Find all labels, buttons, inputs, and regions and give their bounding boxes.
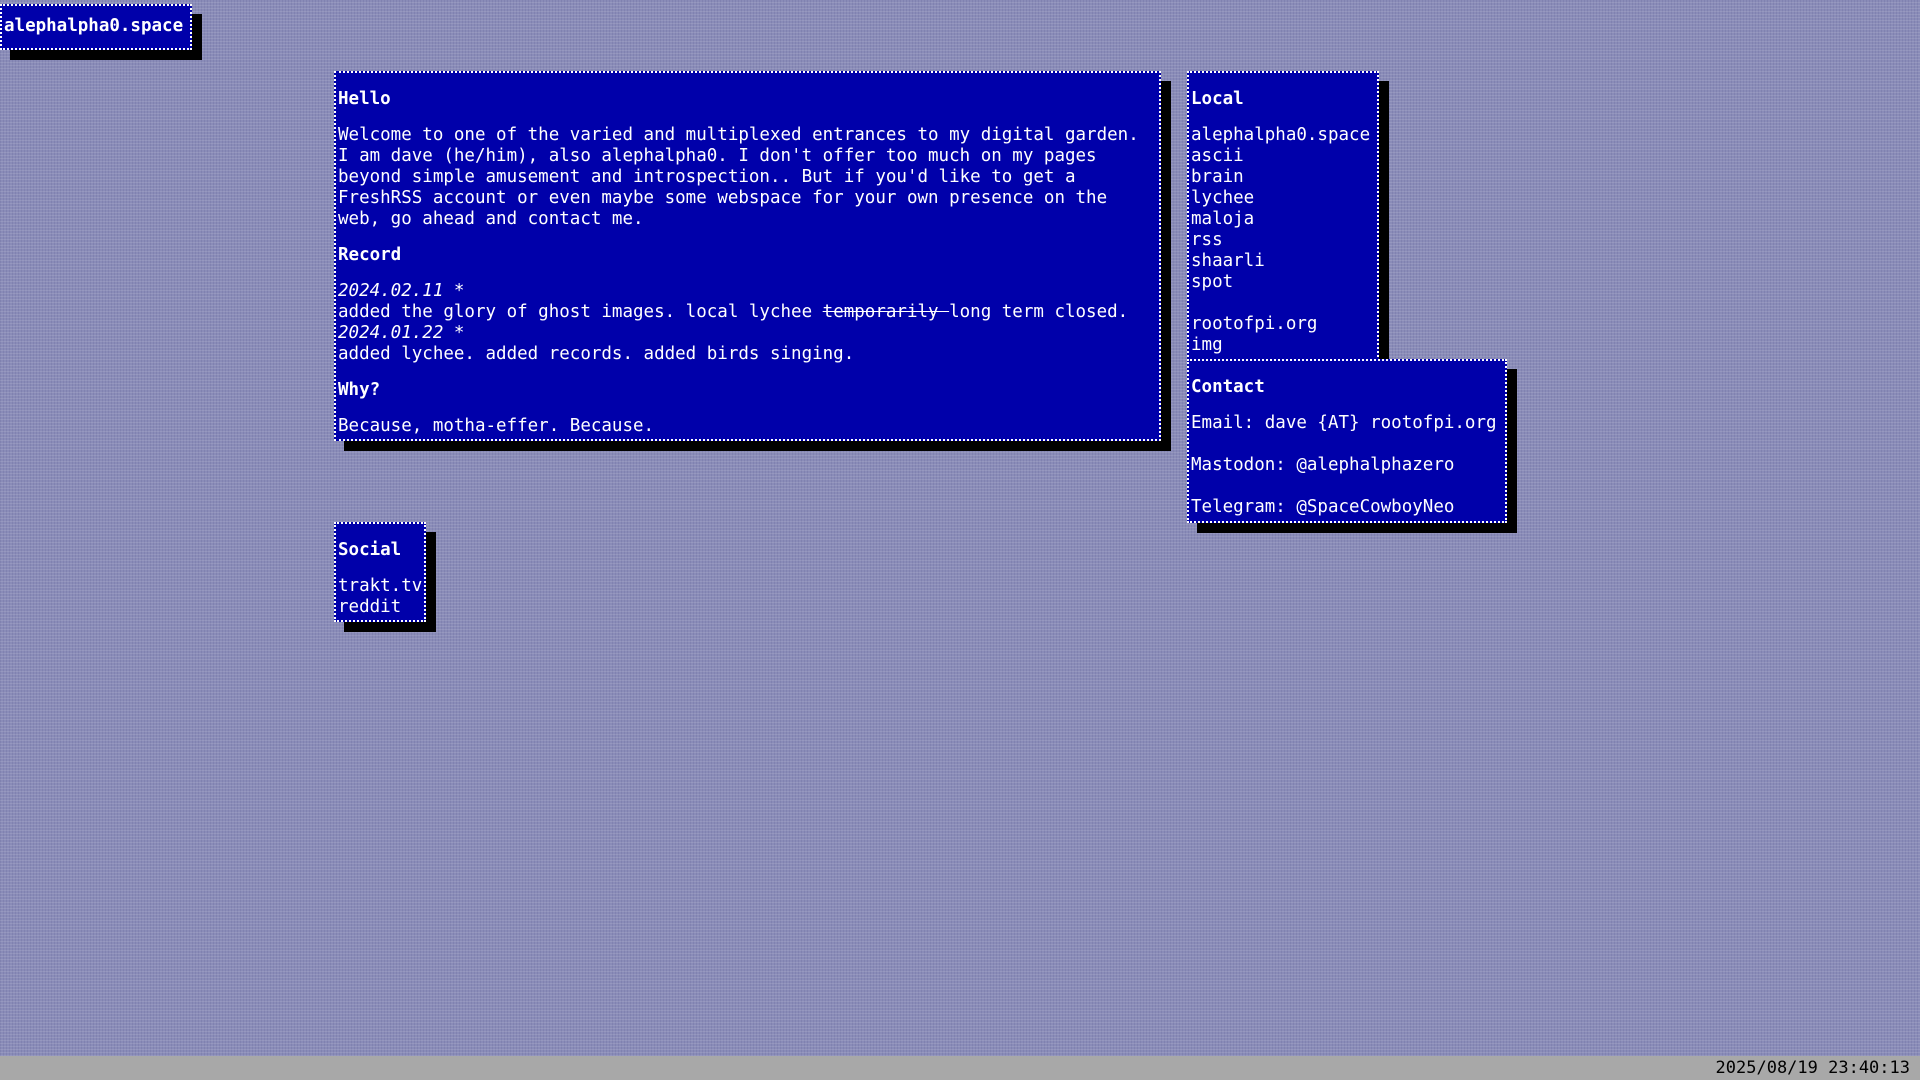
contact-window: Contact Email: dave {AT} rootofpi.org Ma… bbox=[1187, 359, 1507, 523]
local-link-maloja[interactable]: maloja bbox=[1191, 209, 1377, 230]
social-links: trakt.tv reddit bbox=[338, 576, 424, 618]
desktop: { "site_title": "alephalpha0.space", "he… bbox=[0, 0, 1920, 1080]
record-entry: 2024.01.22 * added lychee. added records… bbox=[338, 323, 1159, 365]
local-links: alephalpha0.space ascii brain lychee mal… bbox=[1191, 125, 1377, 356]
local-link-brain[interactable]: brain bbox=[1191, 167, 1377, 188]
record-struck-text: temporarily bbox=[822, 302, 950, 322]
local-link-rss[interactable]: rss bbox=[1191, 230, 1377, 251]
status-bar: 2025/08/19 23:40:13 bbox=[0, 1056, 1920, 1080]
record-date: 2024.01.22 * bbox=[338, 323, 465, 343]
record-text-after: long term closed. bbox=[949, 302, 1129, 322]
hello-intro: Welcome to one of the varied and multipl… bbox=[338, 125, 1139, 229]
site-title[interactable]: alephalpha0.space bbox=[4, 16, 183, 36]
contact-email: Email: dave {AT} rootofpi.org bbox=[1191, 413, 1497, 433]
record-text-before: added the glory of ghost images. local l… bbox=[338, 302, 823, 322]
social-heading: Social bbox=[338, 540, 402, 560]
hello-window: Hello Welcome to one of the varied and m… bbox=[334, 71, 1161, 441]
local-link-ascii[interactable]: ascii bbox=[1191, 146, 1377, 167]
local-link-lychee[interactable]: lychee bbox=[1191, 188, 1377, 209]
social-link-trakt[interactable]: trakt.tv bbox=[338, 576, 424, 597]
status-clock: 2025/08/19 23:40:13 bbox=[1715, 1058, 1910, 1078]
record-heading: Record bbox=[338, 245, 402, 265]
local-link-rootofpi[interactable]: rootofpi.org bbox=[1191, 314, 1377, 335]
social-link-reddit[interactable]: reddit bbox=[338, 597, 424, 618]
record-list: 2024.02.11 * added the glory of ghost im… bbox=[338, 281, 1159, 365]
contact-telegram: Telegram: @SpaceCowboyNeo bbox=[1191, 497, 1455, 517]
record-entry: 2024.02.11 * added the glory of ghost im… bbox=[338, 281, 1159, 323]
local-heading: Local bbox=[1191, 89, 1244, 109]
record-text: added lychee. added records. added birds… bbox=[338, 344, 855, 364]
record-date: 2024.02.11 * bbox=[338, 281, 465, 301]
social-window: Social trakt.tv reddit bbox=[334, 522, 426, 622]
contact-heading: Contact bbox=[1191, 377, 1265, 397]
why-heading: Why? bbox=[338, 380, 381, 400]
contact-mastodon: Mastodon: @alephalphazero bbox=[1191, 455, 1455, 475]
local-link-spot[interactable]: spot bbox=[1191, 272, 1377, 293]
local-link-img[interactable]: img bbox=[1191, 335, 1377, 356]
why-text: Because, motha-effer. Because. bbox=[338, 416, 655, 436]
record-text: added the glory of ghost images. local l… bbox=[338, 302, 1159, 323]
local-window: Local alephalpha0.space ascii brain lych… bbox=[1187, 71, 1379, 361]
site-title-window: alephalpha0.space bbox=[0, 4, 192, 50]
local-link-shaarli[interactable]: shaarli bbox=[1191, 251, 1377, 272]
link-spacer bbox=[1191, 293, 1377, 314]
hello-heading: Hello bbox=[338, 89, 391, 109]
local-link-alephalpha0[interactable]: alephalpha0.space bbox=[1191, 125, 1377, 146]
